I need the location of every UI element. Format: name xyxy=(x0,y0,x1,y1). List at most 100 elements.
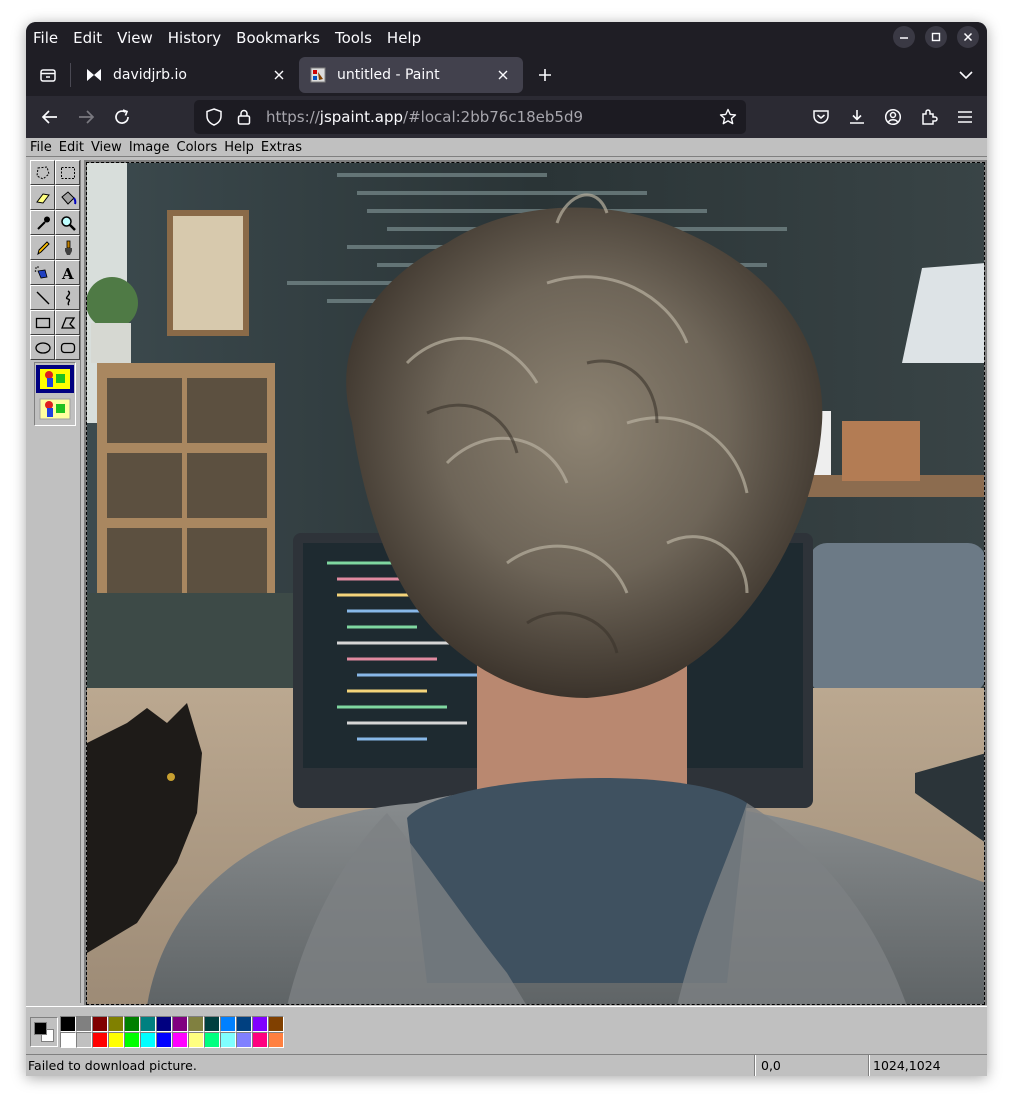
color-swatch[interactable] xyxy=(220,1016,236,1032)
url-text[interactable]: https://jspaint.app/#local:2bb76c18eb5d9 xyxy=(266,108,583,126)
canvas-size: 1024,1024 xyxy=(868,1055,987,1076)
forward-arrow-icon xyxy=(79,110,95,124)
hamburger-menu-icon xyxy=(958,111,972,123)
eraser-tool[interactable] xyxy=(30,185,55,210)
close-window-button[interactable] xyxy=(957,26,979,48)
window-controls xyxy=(893,26,979,48)
status-message: Failed to download picture. xyxy=(28,1058,197,1073)
menu-history[interactable]: History xyxy=(168,29,221,47)
app-menu-button[interactable] xyxy=(949,101,981,133)
ellipse-icon xyxy=(34,341,51,354)
ellipse-tool[interactable] xyxy=(30,335,55,360)
navigation-bar: https://jspaint.app/#local:2bb76c18eb5d9 xyxy=(26,96,987,138)
line-tool[interactable] xyxy=(30,285,55,310)
free-form-select-tool[interactable] xyxy=(30,160,55,185)
pick-color-tool[interactable] xyxy=(30,210,55,235)
paint-menu-extras[interactable]: Extras xyxy=(261,140,302,155)
text-tool[interactable]: A xyxy=(55,260,80,285)
curve-tool[interactable] xyxy=(55,285,80,310)
firefox-view-button[interactable] xyxy=(28,59,68,91)
polygon-tool[interactable] xyxy=(55,310,80,335)
color-swatch[interactable] xyxy=(60,1016,76,1032)
url-path: /#local:2bb76c18eb5d9 xyxy=(403,108,584,126)
color-swatch[interactable] xyxy=(108,1032,124,1048)
color-swatch[interactable] xyxy=(252,1016,268,1032)
paint-menu-image[interactable]: Image xyxy=(129,140,170,155)
menu-edit[interactable]: Edit xyxy=(73,29,102,47)
eyedropper-icon xyxy=(36,216,50,230)
paint-menu-file[interactable]: File xyxy=(30,140,52,155)
forward-button[interactable] xyxy=(70,101,102,133)
drawing-canvas[interactable] xyxy=(86,162,985,1005)
pocket-button[interactable] xyxy=(805,101,837,133)
color-swatch[interactable] xyxy=(76,1032,92,1048)
pencil-tool[interactable] xyxy=(30,235,55,260)
menu-file[interactable]: File xyxy=(33,29,58,47)
paint-menu-colors[interactable]: Colors xyxy=(177,140,218,155)
maximize-button[interactable] xyxy=(925,26,947,48)
menu-view[interactable]: View xyxy=(117,29,153,47)
fill-with-color-tool[interactable] xyxy=(55,185,80,210)
lock-icon[interactable] xyxy=(232,105,256,129)
menu-help[interactable]: Help xyxy=(387,29,421,47)
tracking-protection-shield-icon[interactable] xyxy=(202,105,226,129)
color-swatch[interactable] xyxy=(220,1032,236,1048)
bookmark-star-icon[interactable] xyxy=(716,105,740,129)
close-tab-icon[interactable] xyxy=(495,67,511,83)
reload-button[interactable] xyxy=(106,101,138,133)
rectangle-select-tool[interactable] xyxy=(55,160,80,185)
color-swatch[interactable] xyxy=(236,1016,252,1032)
color-swatch[interactable] xyxy=(108,1016,124,1032)
color-swatch[interactable] xyxy=(204,1016,220,1032)
menu-tools[interactable]: Tools xyxy=(335,29,372,47)
back-button[interactable] xyxy=(34,101,66,133)
menu-bookmarks[interactable]: Bookmarks xyxy=(236,29,320,47)
color-swatch[interactable] xyxy=(60,1032,76,1048)
curve-icon xyxy=(65,289,70,306)
close-tab-icon[interactable] xyxy=(271,67,287,83)
magnifier-tool[interactable] xyxy=(55,210,80,235)
color-swatch[interactable] xyxy=(156,1016,172,1032)
opaque-option[interactable] xyxy=(36,365,74,393)
color-swatch[interactable] xyxy=(124,1016,140,1032)
color-swatch[interactable] xyxy=(92,1016,108,1032)
text-icon: A xyxy=(61,265,74,281)
new-tab-button[interactable] xyxy=(527,57,563,93)
paint-menu-help[interactable]: Help xyxy=(224,140,254,155)
account-button[interactable] xyxy=(877,101,909,133)
brush-tool[interactable] xyxy=(55,235,80,260)
color-swatch[interactable] xyxy=(268,1016,284,1032)
tab-paint[interactable]: untitled - Paint xyxy=(299,57,523,93)
color-swatch[interactable] xyxy=(188,1032,204,1048)
tool-options xyxy=(34,362,76,426)
color-swatch[interactable] xyxy=(268,1032,284,1048)
color-swatch[interactable] xyxy=(204,1032,220,1048)
paint-menu-edit[interactable]: Edit xyxy=(59,140,84,155)
color-swatch[interactable] xyxy=(76,1016,92,1032)
color-swatch[interactable] xyxy=(236,1032,252,1048)
current-colors[interactable] xyxy=(30,1017,58,1047)
account-icon xyxy=(884,108,902,126)
list-all-tabs-button[interactable] xyxy=(951,60,981,90)
airbrush-tool[interactable] xyxy=(30,260,55,285)
downloads-button[interactable] xyxy=(841,101,873,133)
extensions-button[interactable] xyxy=(913,101,945,133)
tab-davidjrb[interactable]: davidjrb.io xyxy=(75,57,299,93)
color-swatch[interactable] xyxy=(172,1032,188,1048)
back-arrow-icon xyxy=(41,110,57,124)
rectangle-tool[interactable] xyxy=(30,310,55,335)
color-swatch[interactable] xyxy=(140,1016,156,1032)
paint-menu-view[interactable]: View xyxy=(91,140,122,155)
color-swatch[interactable] xyxy=(92,1032,108,1048)
color-swatch[interactable] xyxy=(172,1016,188,1032)
rounded-rectangle-tool[interactable] xyxy=(55,335,80,360)
color-swatch[interactable] xyxy=(124,1032,140,1048)
transparent-option[interactable] xyxy=(36,395,74,423)
minimize-button[interactable] xyxy=(893,26,915,48)
color-swatch[interactable] xyxy=(252,1032,268,1048)
puzzle-icon xyxy=(922,109,938,125)
color-swatch[interactable] xyxy=(156,1032,172,1048)
color-swatch[interactable] xyxy=(188,1016,204,1032)
address-bar[interactable]: https://jspaint.app/#local:2bb76c18eb5d9 xyxy=(194,100,746,134)
color-swatch[interactable] xyxy=(140,1032,156,1048)
